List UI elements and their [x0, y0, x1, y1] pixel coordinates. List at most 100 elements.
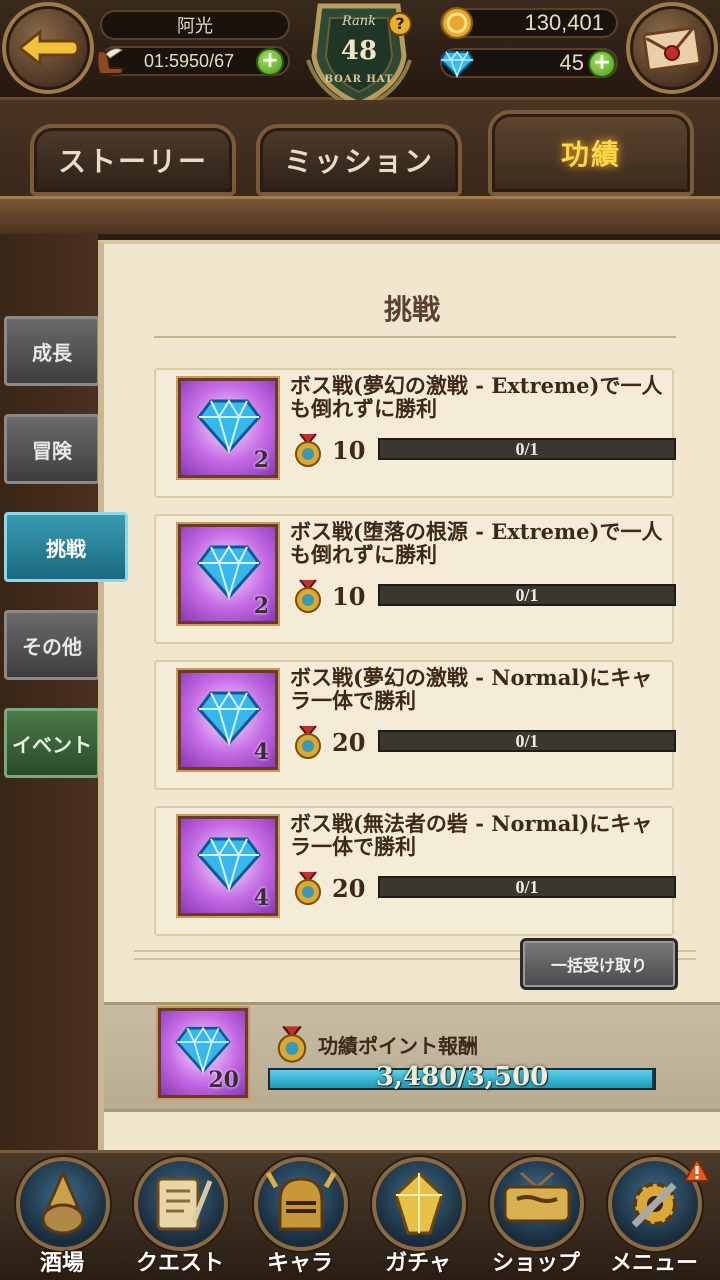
diamond-gem-icon: [197, 837, 261, 893]
reward-count: 4: [253, 885, 269, 911]
side-tab-other[interactable]: その他: [4, 610, 100, 680]
gear-icon: [631, 1182, 677, 1228]
gold-value: 130,401: [524, 10, 604, 35]
reward-card[interactable]: 4: [178, 670, 278, 770]
achievement-description: ボス戦(堕落の根源 - Extreme)で一人も倒れずに勝利: [290, 519, 663, 567]
nav-label: ショップ: [491, 1251, 580, 1276]
diamond-gem-icon: [197, 545, 261, 601]
achievement-row: 4 ボス戦(無法者の砦 - Normal)にキャラ一体で勝利 20 0/1: [154, 806, 676, 936]
stamina-timer: 01:59: [144, 50, 190, 71]
achievement-points: 10: [332, 582, 366, 611]
rank-title: BOAR HAT: [324, 74, 394, 85]
mail-button[interactable]: [626, 2, 718, 94]
medal-icon: [295, 433, 321, 467]
title-divider: [154, 336, 676, 338]
tavern-icon: [41, 1169, 85, 1235]
nav-icon-frame: [372, 1157, 466, 1251]
gold-display: 130,401: [440, 7, 618, 39]
nav-label: 酒場: [39, 1251, 84, 1276]
reward-card: 20: [158, 1008, 248, 1098]
mail-envelope-icon: [642, 26, 702, 72]
nav-icon-frame: [16, 1157, 110, 1251]
nav-tavern[interactable]: 酒場: [6, 1157, 118, 1280]
tab-story[interactable]: ストーリー: [30, 124, 236, 196]
achievement-points: 20: [332, 874, 366, 903]
player-name-text: 阿光: [177, 16, 213, 36]
medal-icon: [277, 1025, 307, 1063]
medal-icon: [295, 725, 321, 759]
progress-text: 0/1: [515, 584, 539, 605]
achievement-points: 20: [332, 728, 366, 757]
stamina-value: 50/67: [189, 50, 235, 71]
add-stamina-button[interactable]: +: [256, 48, 284, 76]
progress-text: 0/1: [515, 730, 539, 751]
total-progress-value: 3,480/3,500: [375, 1062, 549, 1092]
diamond-gem-icon: [197, 691, 261, 747]
player-name: 阿光: [100, 10, 290, 40]
achievement-points: 10: [332, 436, 366, 465]
tab-divider: [0, 196, 720, 234]
side-tab-event[interactable]: イベント: [4, 708, 100, 778]
shop-sign-icon: [503, 1171, 571, 1223]
progress-text: 0/1: [515, 876, 539, 897]
knight-helmet-icon: [266, 1171, 336, 1231]
reward-card[interactable]: 2: [178, 524, 278, 624]
progress-bar: 0/1: [378, 584, 676, 606]
add-gems-button[interactable]: +: [588, 50, 616, 78]
gold-coin-icon: [441, 7, 473, 39]
nav-icon-frame: [134, 1157, 228, 1251]
winged-boot-icon: [96, 48, 124, 75]
bottom-navigation: 酒場 クエスト キャラ ガチャ ショップ メニュー: [0, 1150, 720, 1280]
side-tab-growth[interactable]: 成長: [4, 316, 100, 386]
rank-help-icon[interactable]: ?: [388, 12, 412, 36]
total-reward-card[interactable]: 20: [158, 1008, 248, 1098]
achievement-row: 4 ボス戦(夢幻の激戦 - Normal)にキャラ一体で勝利 20 0/1: [154, 660, 676, 790]
crystal-gacha-icon: [394, 1170, 444, 1235]
nav-label: ガチャ: [385, 1251, 451, 1276]
reward-count: 2: [253, 593, 269, 619]
total-reward-label: 功績ポイント報酬: [318, 1034, 478, 1058]
panel-title: 挑戦: [383, 293, 440, 326]
reward-count: 20: [208, 1067, 239, 1093]
tab-achievements[interactable]: 功績: [488, 110, 694, 196]
progress-bar: 0/1: [378, 730, 676, 752]
achievement-description: ボス戦(夢幻の激戦 - Extreme)で一人も倒れずに勝利: [290, 373, 663, 421]
achievement-row: 2 ボス戦(夢幻の激戦 - Extreme)で一人も倒れずに勝利 10 0/1: [154, 368, 676, 498]
nav-quest[interactable]: クエスト: [124, 1157, 236, 1280]
medal-icon: [295, 579, 321, 613]
nav-character[interactable]: キャラ: [244, 1157, 356, 1280]
progress-bar: 0/1: [378, 438, 676, 460]
claim-all-button[interactable]: 一括受け取り: [520, 938, 678, 990]
progress-text: 0/1: [515, 438, 539, 459]
side-tab-challenge[interactable]: 挑戦: [4, 512, 128, 582]
gem-value: 45: [559, 50, 584, 75]
nav-gacha[interactable]: ガチャ: [362, 1157, 474, 1280]
achievement-row: 2 ボス戦(堕落の根源 - Extreme)で一人も倒れずに勝利 10 0/1: [154, 514, 676, 644]
nav-icon-frame: [490, 1157, 584, 1251]
diamond-gem-icon: [197, 399, 261, 455]
nav-label: クエスト: [135, 1251, 224, 1276]
nav-shop[interactable]: ショップ: [480, 1157, 592, 1280]
rank-value: 48: [340, 36, 378, 66]
nav-menu[interactable]: メニュー: [598, 1157, 710, 1280]
tab-mission[interactable]: ミッション: [256, 124, 462, 196]
quest-scroll-icon: [156, 1177, 213, 1231]
back-button[interactable]: [2, 2, 94, 94]
achievement-description: ボス戦(無法者の砦 - Normal)にキャラ一体で勝利: [290, 811, 653, 859]
achievement-description: ボス戦(夢幻の激戦 - Normal)にキャラ一体で勝利: [290, 665, 653, 713]
progress-bar: 0/1: [378, 876, 676, 898]
achievement-panel: 挑戦 2 ボス戦(夢幻の激戦 - Extreme)で一人も倒れずに勝利 10 0…: [98, 240, 720, 1150]
nav-label: キャラ: [266, 1251, 333, 1276]
nav-icon-frame: [254, 1157, 348, 1251]
nav-label: メニュー: [609, 1251, 698, 1276]
reward-count: 4: [253, 739, 269, 765]
reward-card[interactable]: 2: [178, 378, 278, 478]
back-arrow-icon: [17, 28, 80, 68]
medal-icon: [295, 871, 321, 905]
gem-icon: [440, 50, 474, 78]
reward-card[interactable]: 4: [178, 816, 278, 916]
side-tab-adventure[interactable]: 冒険: [4, 414, 100, 484]
top-status-bar: 阿光 01:59 50/67 + Rank 48 BOAR HAT ? 130,…: [0, 0, 720, 110]
alert-icon: [684, 1157, 710, 1182]
rank-badge[interactable]: Rank 48 BOAR HAT ?: [300, 0, 418, 110]
